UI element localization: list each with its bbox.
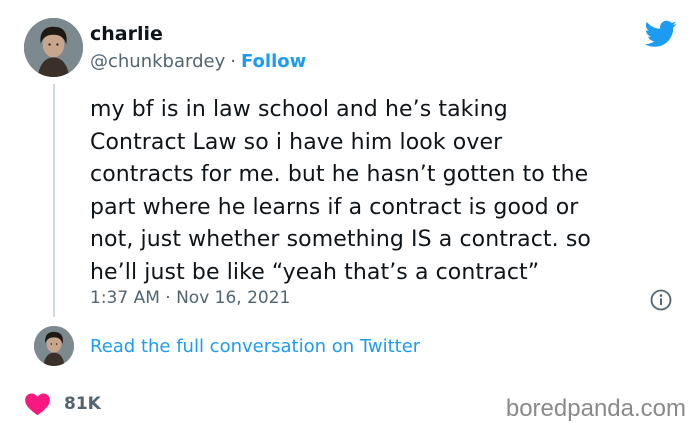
like-count: 81K [64, 394, 101, 414]
thread-line [53, 84, 55, 317]
author-avatar[interactable] [24, 18, 83, 77]
author-display-name[interactable]: charlie [90, 23, 163, 45]
tweet-text: my bf is in law school and he’s taking C… [90, 97, 591, 285]
avatar-photo-icon [24, 18, 83, 77]
twitter-bird-icon[interactable] [645, 20, 677, 48]
read-conversation-link[interactable]: Read the full conversation on Twitter [90, 336, 420, 357]
info-icon[interactable] [650, 289, 672, 311]
author-handle-row: @chunkbardey · Follow [90, 51, 306, 72]
tweet-card: charlie @chunkbardey · Follow my bf is in … [0, 0, 700, 431]
conversation-avatar[interactable] [34, 326, 74, 366]
watermark: boredpanda.com [505, 395, 686, 422]
follow-button[interactable]: Follow [241, 51, 306, 72]
author-handle[interactable]: @chunkbardey [90, 51, 225, 72]
like-button[interactable]: 81K [24, 392, 101, 416]
tweet-timestamp[interactable]: 1:37 AM · Nov 16, 2021 [90, 288, 290, 308]
avatar-photo-icon [34, 326, 74, 366]
handle-separator: · [230, 51, 236, 72]
heart-icon [25, 393, 50, 416]
